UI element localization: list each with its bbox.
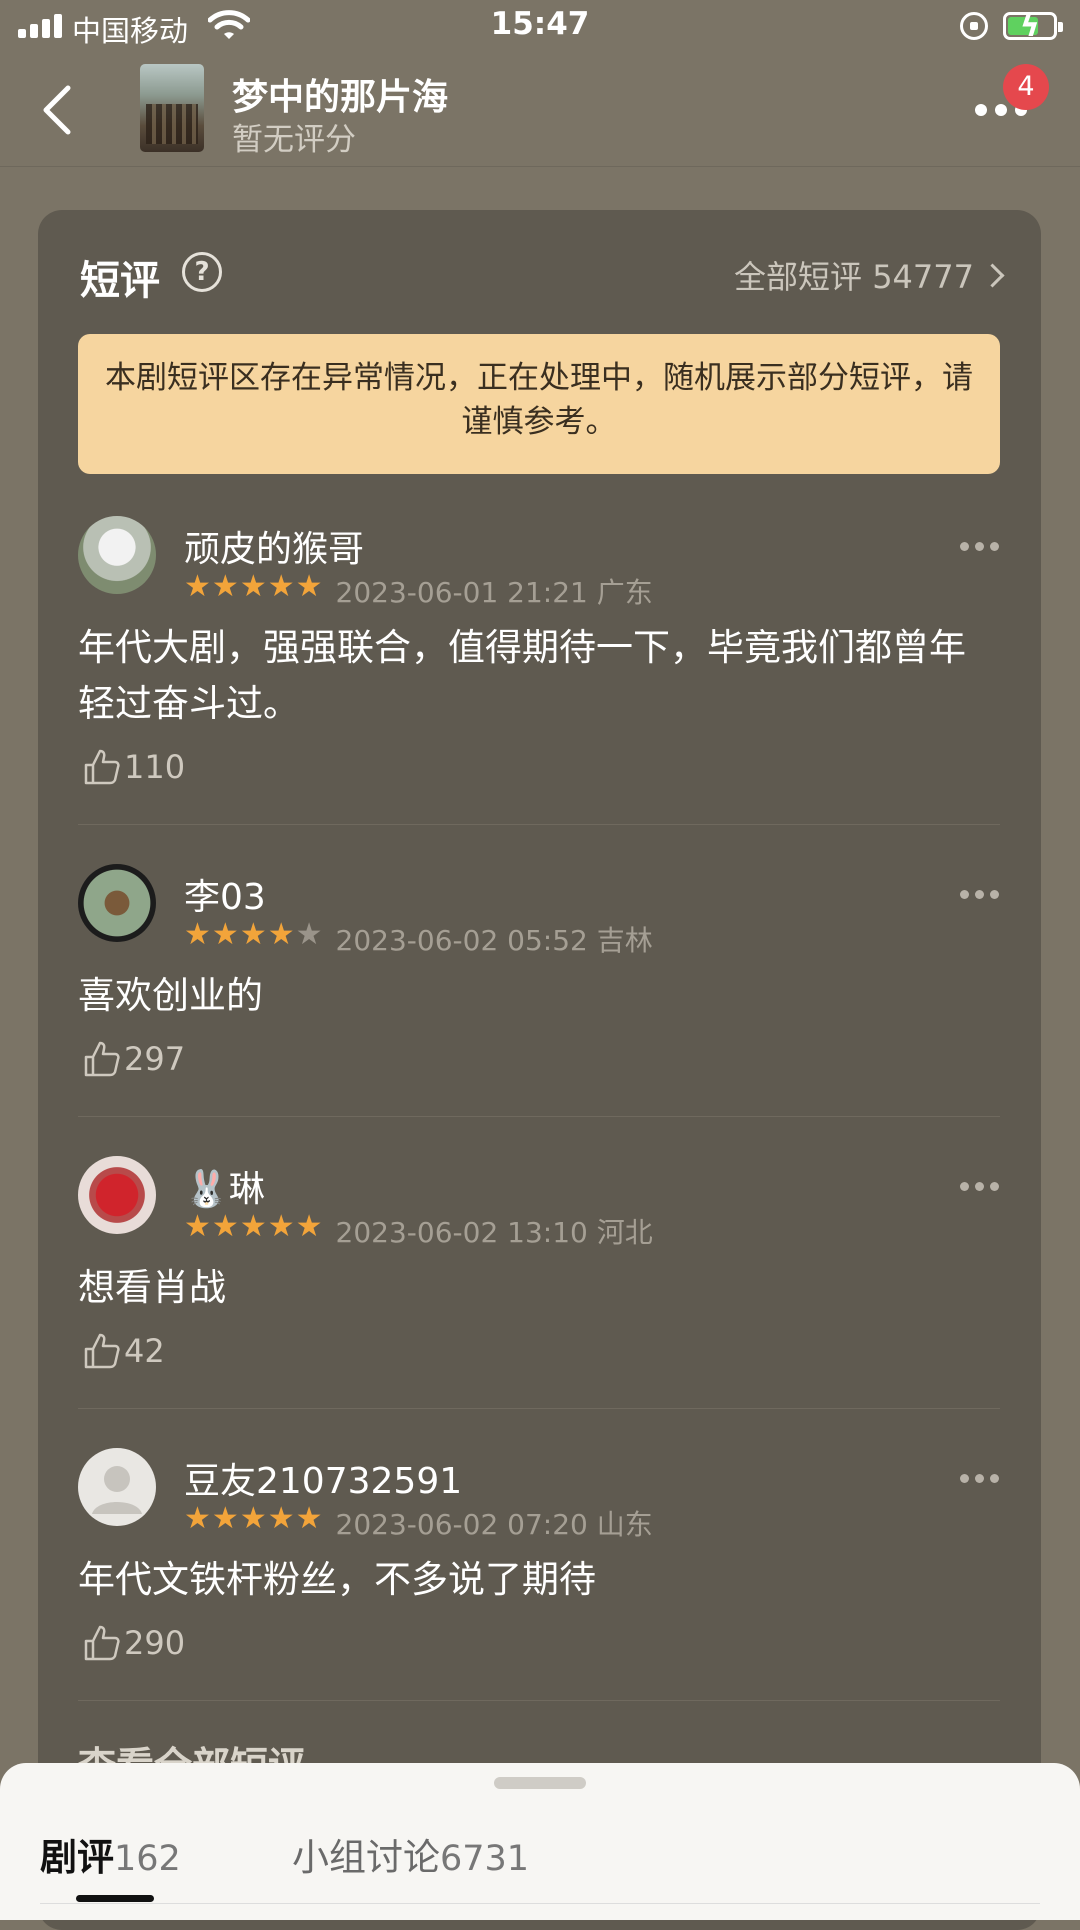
review-username[interactable]: 🐰琳 xyxy=(184,1160,265,1212)
star-icon: ★ xyxy=(267,1501,295,1536)
poster-thumbnail[interactable] xyxy=(140,64,204,152)
review-username[interactable]: 顽皮的猴哥 xyxy=(184,520,364,572)
thumbs-up-icon xyxy=(84,1041,120,1077)
star-icon: ★ xyxy=(239,917,267,952)
review-more-icon[interactable] xyxy=(960,1474,1000,1486)
star-icon: ★ xyxy=(211,569,239,604)
star-icon: ★ xyxy=(295,569,323,604)
thumbs-up-icon xyxy=(84,749,120,785)
review-username[interactable]: 豆友210732591 xyxy=(184,1452,462,1504)
short-reviews-card: 短评 ? 全部短评 54777 本剧短评区存在异常情况，正在处理中，随机展示部分… xyxy=(38,210,1041,1930)
star-icon: ★ xyxy=(184,1501,211,1536)
like-button[interactable]: 42 xyxy=(82,1330,165,1370)
star-icon: ★ xyxy=(295,1501,323,1536)
star-icon: ★ xyxy=(184,917,211,952)
tab-count: 162 xyxy=(114,1839,181,1879)
star-icon: ★ xyxy=(239,569,267,604)
review-text: 年代大剧，强强联合，值得期待一下，毕竟我们都曾年轻过奋斗过。 xyxy=(78,626,966,725)
tab-label: 小组讨论 xyxy=(292,1836,440,1879)
tab-label: 剧评 xyxy=(40,1836,114,1879)
battery-icon: ϟ xyxy=(1003,9,1063,44)
all-reviews-label: 全部短评 54777 xyxy=(734,258,974,296)
like-count: 110 xyxy=(124,748,186,786)
rating-subtitle: 暂无评分 xyxy=(232,122,356,158)
star-icon: ★ xyxy=(211,1501,239,1536)
star-icon: ★ xyxy=(184,569,211,604)
like-count: 297 xyxy=(124,1040,186,1078)
divider xyxy=(78,1116,1000,1117)
star-icon: ★ xyxy=(211,1209,239,1244)
review-text: 喜欢创业的 xyxy=(78,974,263,1017)
review-more-icon[interactable] xyxy=(960,890,1000,902)
like-count: 290 xyxy=(124,1624,186,1662)
review-username[interactable]: 李03 xyxy=(184,868,266,920)
tab-group-discussion[interactable]: 小组讨论6731 xyxy=(292,1827,529,1881)
page-title: 梦中的那片海 xyxy=(232,77,449,118)
active-tab-indicator xyxy=(76,1895,154,1902)
like-button[interactable]: 297 xyxy=(82,1038,185,1078)
all-reviews-link[interactable]: 全部短评 54777 xyxy=(734,252,1005,298)
like-count: 42 xyxy=(124,1332,165,1370)
avatar[interactable] xyxy=(78,516,156,594)
section-title: 短评 xyxy=(80,258,160,304)
thumbs-up-icon xyxy=(84,1625,120,1661)
rating-line: ★★★★★ 2023-06-01 21:21 广东 xyxy=(184,569,653,610)
clock: 15:47 xyxy=(490,6,590,42)
default-avatar-icon xyxy=(92,1466,142,1514)
review-meta: 2023-06-01 21:21 广东 xyxy=(335,576,653,609)
rating-line: ★★★★★ 2023-06-02 13:10 河北 xyxy=(184,1209,653,1250)
avatar[interactable] xyxy=(78,864,156,942)
review-text: 年代文铁杆粉丝，不多说了期待 xyxy=(78,1558,596,1601)
like-button[interactable]: 290 xyxy=(82,1622,185,1662)
divider xyxy=(40,1903,1040,1904)
review-meta: 2023-06-02 07:20 山东 xyxy=(335,1508,653,1541)
help-icon[interactable]: ? xyxy=(182,252,222,292)
notification-badge: 4 xyxy=(1003,64,1049,110)
divider xyxy=(78,1408,1000,1409)
star-icon: ★ xyxy=(267,917,295,952)
star-icon: ★ xyxy=(239,1209,267,1244)
nav-header: 梦中的那片海 暂无评分 4 xyxy=(0,54,1080,167)
avatar[interactable] xyxy=(78,1156,156,1234)
rating-line: ★★★★★ 2023-06-02 07:20 山东 xyxy=(184,1501,653,1542)
review-meta: 2023-06-02 13:10 河北 xyxy=(335,1216,653,1249)
review-meta: 2023-06-02 05:52 吉林 xyxy=(335,924,653,957)
star-icon: ★ xyxy=(267,1209,295,1244)
bottom-sheet: 剧评162 小组讨论6731 xyxy=(0,1763,1080,1920)
star-icon: ★ xyxy=(295,1209,323,1244)
back-icon[interactable] xyxy=(38,84,82,136)
like-button[interactable]: 110 xyxy=(82,746,185,786)
status-bar: 中国移动 15:47 ϟ xyxy=(0,0,1080,54)
divider xyxy=(78,1700,1000,1701)
thumbs-up-icon xyxy=(84,1333,120,1369)
tab-count: 6731 xyxy=(440,1839,530,1879)
star-icon: ★ xyxy=(211,917,239,952)
star-icon: ★ xyxy=(267,569,295,604)
chevron-right-icon xyxy=(980,263,1005,288)
warning-notice: 本剧短评区存在异常情况，正在处理中，随机展示部分短评，请谨慎参考。 xyxy=(78,334,1000,474)
review-more-icon[interactable] xyxy=(960,542,1000,554)
drag-handle[interactable] xyxy=(494,1777,586,1789)
tab-reviews[interactable]: 剧评162 xyxy=(40,1827,181,1881)
rating-line: ★★★★★ 2023-06-02 05:52 吉林 xyxy=(184,917,653,958)
star-icon: ★ xyxy=(184,1209,211,1244)
star-icon: ★ xyxy=(239,1501,267,1536)
divider xyxy=(78,824,1000,825)
review-more-icon[interactable] xyxy=(960,1182,1000,1194)
rotation-lock-icon xyxy=(960,12,988,40)
avatar[interactable] xyxy=(78,1448,156,1526)
star-icon: ★ xyxy=(295,917,323,952)
review-text: 想看肖战 xyxy=(78,1266,226,1309)
